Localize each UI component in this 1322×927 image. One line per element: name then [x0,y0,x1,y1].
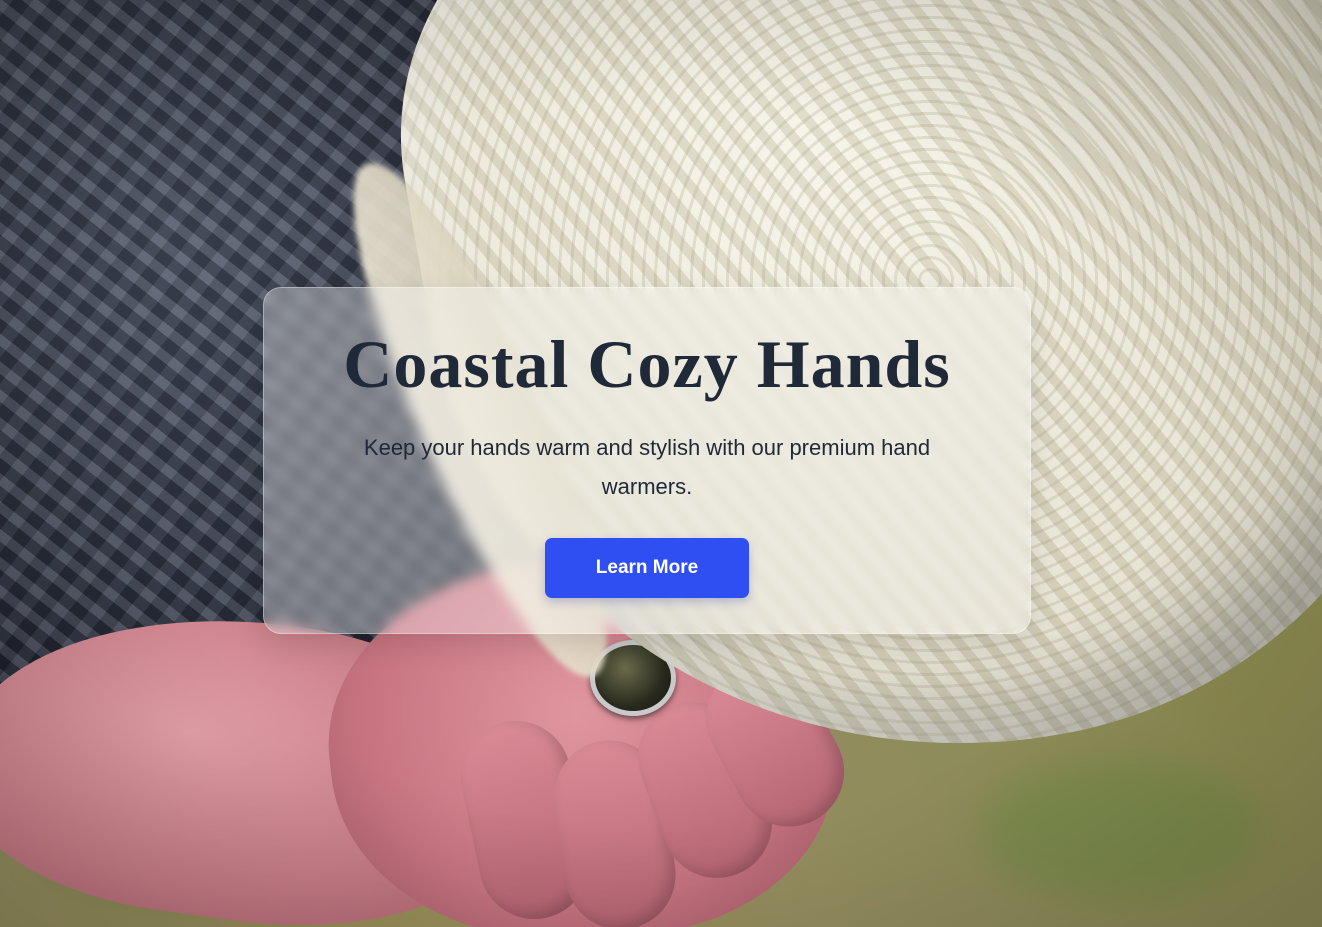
hero-subtitle: Keep your hands warm and stylish with ou… [363,435,931,499]
learn-more-button[interactable]: Learn More [545,538,749,598]
hero-card: Coastal Cozy Hands Keep your hands warm … [263,287,1031,634]
hero-title: Coastal Cozy Hands [343,326,951,402]
